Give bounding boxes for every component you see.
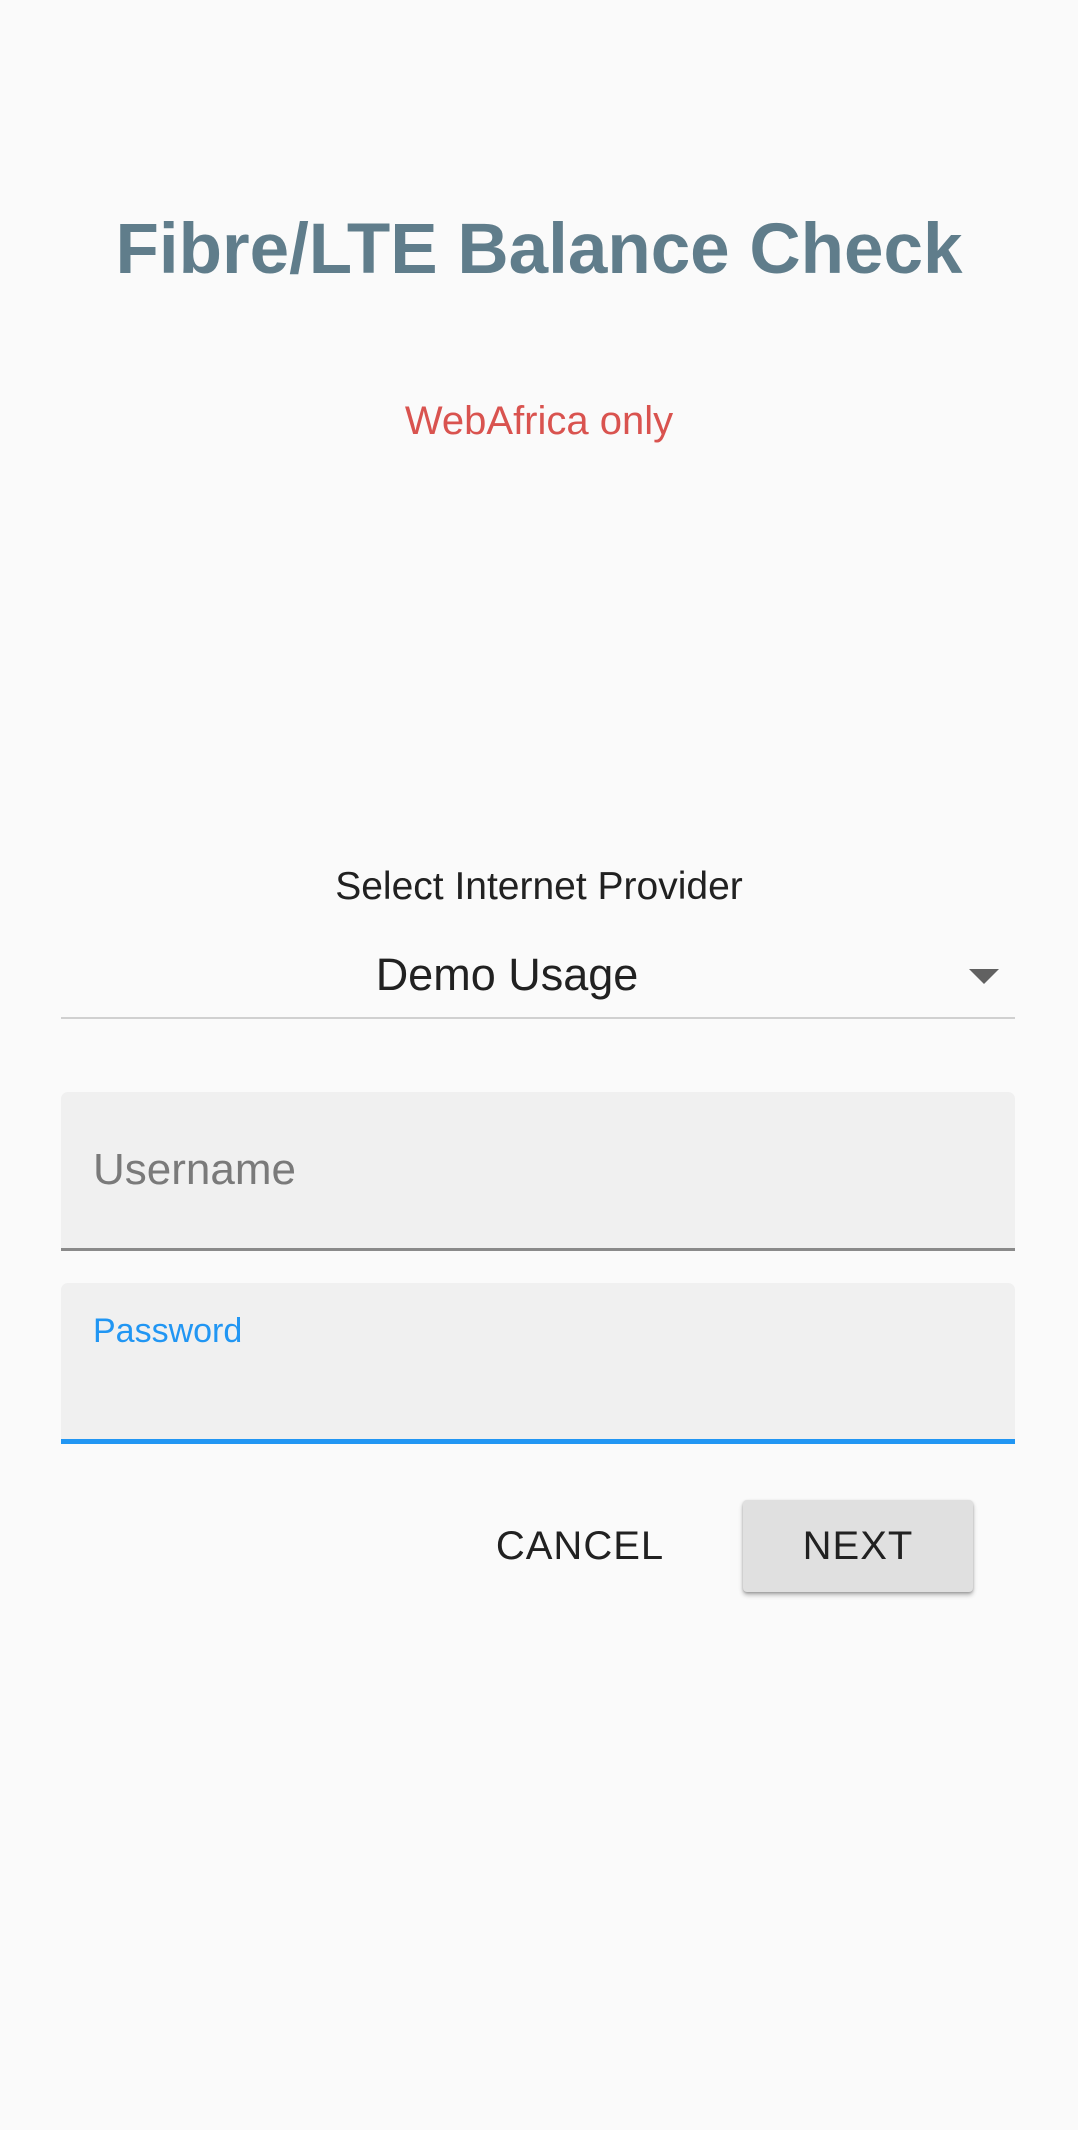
provider-selected-value: Demo Usage xyxy=(375,949,639,1000)
provider-dropdown[interactable]: Demo Usage xyxy=(61,935,1015,1019)
username-field-container xyxy=(61,1092,1015,1251)
password-input[interactable] xyxy=(93,1361,983,1421)
username-input[interactable] xyxy=(93,1140,983,1200)
provider-label: Select Internet Provider xyxy=(335,865,743,908)
provider-note: WebAfrica only xyxy=(404,399,674,443)
next-button[interactable]: NEXT xyxy=(743,1500,973,1592)
cancel-button[interactable]: CANCEL xyxy=(472,1500,688,1592)
password-field-container: Password xyxy=(61,1283,1015,1444)
dropdown-arrow-icon xyxy=(969,969,999,984)
password-label: Password xyxy=(93,1312,243,1350)
page-title: Fibre/LTE Balance Check xyxy=(115,210,963,289)
